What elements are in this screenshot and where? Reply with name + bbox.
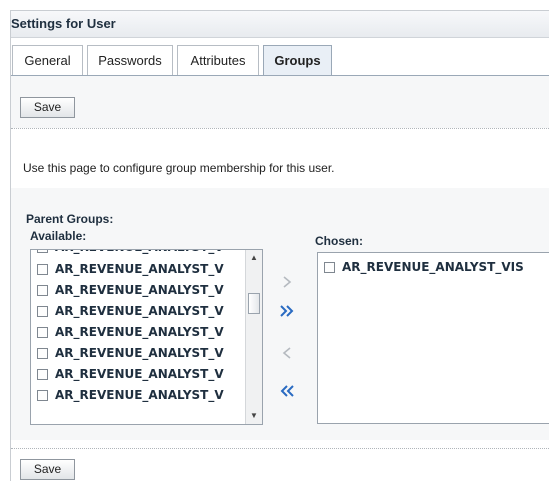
scroll-up-icon[interactable]: ▲ [246,251,262,265]
header-bar: Settings for User [11,11,549,38]
item-checkbox[interactable] [37,250,48,253]
tab-attributes[interactable]: Attributes [177,45,259,75]
scroll-down-icon[interactable]: ▼ [246,409,262,423]
description-text: Use this page to configure group members… [23,161,335,175]
tab-passwords[interactable]: Passwords [87,45,173,75]
item-checkbox[interactable] [37,390,48,401]
divider [11,128,549,129]
footer-save-button[interactable]: Save [20,459,75,480]
available-listbox[interactable]: AR_REVENUE_ANALYST_V AR_REVENUE_ANALYST_… [30,249,263,425]
item-checkbox[interactable] [37,285,48,296]
divider [11,448,549,449]
item-checkbox[interactable] [324,262,335,273]
scroll-thumb[interactable] [248,293,260,314]
item-checkbox[interactable] [37,348,48,359]
double-chevron-right-icon [280,305,294,317]
tab-general[interactable]: General [12,45,83,75]
item-checkbox[interactable] [37,264,48,275]
move-button[interactable] [277,272,297,292]
toolbar-panel [11,76,549,128]
item-checkbox[interactable] [37,306,48,317]
move-all-button[interactable] [277,301,297,321]
remove-all-button[interactable] [277,381,297,401]
tab-groups[interactable]: Groups [263,45,332,76]
item-checkbox[interactable] [37,369,48,380]
available-label: Available: [30,229,87,243]
save-button[interactable]: Save [20,97,75,118]
vertical-scrollbar[interactable]: ▲ ▼ [245,250,262,424]
double-chevron-left-icon [280,385,294,397]
chevron-right-icon [283,276,292,288]
remove-button[interactable] [277,343,297,363]
item-checkbox[interactable] [37,327,48,338]
parent-groups-heading: Parent Groups: [26,212,114,226]
chosen-label: Chosen: [315,234,363,248]
chevron-left-icon [282,347,291,359]
tab-bar: General Passwords Attributes Groups [11,45,549,76]
chosen-listbox[interactable]: AR_REVENUE_ANALYST_VIS [317,252,549,424]
page-title: Settings for User [11,16,116,31]
